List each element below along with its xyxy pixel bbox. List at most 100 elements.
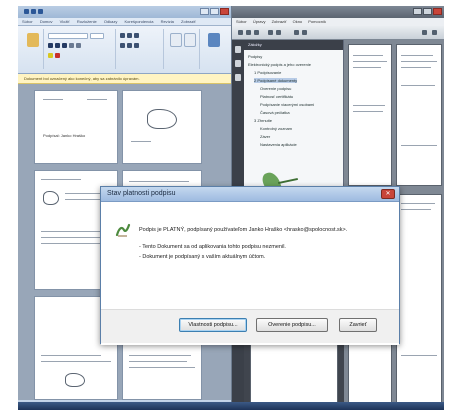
bookmark-item[interactable]: Časová pečiatka <box>260 110 290 115</box>
prev-page-icon[interactable] <box>268 30 273 35</box>
tools-icon[interactable] <box>422 30 427 35</box>
ribbon <box>18 26 231 74</box>
styles-group <box>166 29 200 69</box>
maximize-button[interactable] <box>210 8 219 15</box>
redo-icon[interactable] <box>38 9 43 14</box>
taskbar <box>18 402 444 410</box>
style-normal-icon[interactable] <box>170 33 182 47</box>
close-button[interactable] <box>220 8 229 15</box>
valid-signature-icon <box>115 223 131 237</box>
detail-account: - Dokument je podpísaný s vaším aktuálny… <box>139 254 266 260</box>
bookmark-item[interactable]: 1 Podpisovanie <box>254 70 281 75</box>
minimize-button[interactable] <box>413 8 422 15</box>
maximize-button[interactable] <box>423 8 432 15</box>
underline-icon[interactable] <box>62 43 67 48</box>
font-color-icon[interactable] <box>55 53 60 58</box>
next-page-icon[interactable] <box>276 30 281 35</box>
bookmark-icon[interactable] <box>235 60 241 67</box>
signature-sketch <box>65 373 85 387</box>
bold-icon[interactable] <box>48 43 53 48</box>
ribbon-tab[interactable]: Súbor <box>22 19 33 24</box>
numbering-icon[interactable] <box>127 33 132 38</box>
pdf-page <box>396 44 442 186</box>
bookmarks-panel: Záložky Podpisy Elektronický podpis a je… <box>244 40 344 199</box>
clipboard-group <box>22 29 44 69</box>
signature-sketch <box>147 109 177 129</box>
bullets-icon[interactable] <box>120 33 125 38</box>
bookmark-item[interactable]: Kontrolný zoznam <box>260 126 292 131</box>
bookmark-item[interactable]: Elektronický podpis a jeho overenie <box>248 62 311 67</box>
indent-icon[interactable] <box>134 33 139 38</box>
undo-icon[interactable] <box>31 9 36 14</box>
window-controls <box>199 8 229 17</box>
dialog-title-bar[interactable]: Stav platnosti podpisu ✕ <box>101 187 399 202</box>
menu-item[interactable]: Pomocník <box>308 19 326 24</box>
bookmark-item[interactable]: Podpisy <box>248 54 262 59</box>
highlight-icon[interactable] <box>48 53 53 58</box>
menu-item[interactable]: Súbor <box>236 19 247 24</box>
align-center-icon[interactable] <box>127 43 132 48</box>
font-name-select[interactable] <box>48 33 88 39</box>
open-icon[interactable] <box>238 30 243 35</box>
save-icon[interactable] <box>24 9 29 14</box>
quick-access-toolbar <box>24 9 58 15</box>
ribbon-tab[interactable]: Odkazy <box>104 19 118 24</box>
pdf-toolbar <box>232 26 444 40</box>
strike-icon[interactable] <box>69 43 74 48</box>
signature-status-message: Podpis je PLATNÝ, podpísaný používateľom… <box>139 227 348 233</box>
bookmarks-panel-title: Záložky <box>244 40 343 50</box>
align-right-icon[interactable] <box>134 43 139 48</box>
bookmark-item[interactable]: Platnosť certifikátu <box>260 94 293 99</box>
align-left-icon[interactable] <box>120 43 125 48</box>
bookmark-item[interactable]: Nastavenia aplikácie <box>260 142 297 147</box>
minimize-button[interactable] <box>200 8 209 15</box>
pdf-title-bar[interactable] <box>232 6 444 18</box>
style-heading-icon[interactable] <box>184 33 196 47</box>
window-controls <box>412 8 442 17</box>
zoom-in-icon[interactable] <box>302 30 307 35</box>
ribbon-tab[interactable]: Vložiť <box>60 19 70 24</box>
paste-icon[interactable] <box>27 33 39 47</box>
bookmark-item[interactable]: Overenie podpisu <box>260 86 291 91</box>
ribbon-tab[interactable]: Domov <box>40 19 53 24</box>
ribbon-tab[interactable]: Zobraziť <box>181 19 196 24</box>
ribbon-tabs: Súbor Domov Vložiť Rozloženie Odkazy Kor… <box>18 18 231 26</box>
paragraph-group <box>118 29 164 69</box>
close-dialog-button[interactable]: Zavrieť <box>339 318 377 332</box>
print-icon[interactable] <box>246 30 251 35</box>
ribbon-tab[interactable]: Rozloženie <box>77 19 97 24</box>
zoom-out-icon[interactable] <box>294 30 299 35</box>
italic-icon[interactable] <box>55 43 60 48</box>
bookmark-item[interactable]: 3 Zhrnutie <box>254 118 272 123</box>
find-icon[interactable] <box>208 33 220 47</box>
page-thumbnail: Podpísal: Janko Hraško <box>34 90 118 164</box>
signer-label: Podpísal: Janko Hraško <box>43 133 86 138</box>
detail-unchanged: - Tento Dokument sa od aplikovania tohto… <box>139 244 286 250</box>
bookmark-item[interactable]: Záver <box>260 134 270 139</box>
sign-icon[interactable] <box>432 30 437 35</box>
bookmark-item-selected[interactable]: 2 Podpísané dokumenty <box>254 78 298 83</box>
signature-properties-button[interactable]: Vlastnosti podpisu... <box>179 318 247 332</box>
signature-panel-icon[interactable] <box>235 74 241 81</box>
message-bar: Dokument bol označený ako konečný, aby s… <box>18 74 231 84</box>
menu-item[interactable]: Úpravy <box>253 19 266 24</box>
ribbon-tab[interactable]: Korešpondencia <box>125 19 154 24</box>
subscript-icon[interactable] <box>76 43 81 48</box>
menu-item[interactable]: Okno <box>293 19 303 24</box>
font-size-select[interactable] <box>90 33 104 39</box>
mail-icon[interactable] <box>254 30 259 35</box>
word-title-bar[interactable] <box>18 6 231 18</box>
validate-signature-button[interactable]: Overenie podpisu... <box>256 318 328 332</box>
signature-stroke <box>278 177 298 185</box>
menu-item[interactable]: Zobraziť <box>272 19 287 24</box>
editing-group <box>202 29 228 69</box>
pdf-page <box>396 194 442 404</box>
dialog-title: Stav platnosti podpisu <box>107 190 176 197</box>
bookmark-item[interactable]: Podpísanie viacerými osobami <box>260 102 314 107</box>
close-button[interactable] <box>433 8 442 15</box>
ribbon-tab[interactable]: Revízia <box>161 19 174 24</box>
pages-panel-icon[interactable] <box>235 46 241 53</box>
dialog-button-row: Vlastnosti podpisu... Overenie podpisu..… <box>101 309 399 343</box>
close-icon[interactable]: ✕ <box>381 189 395 199</box>
pdf-menu-bar: Súbor Úpravy Zobraziť Okno Pomocník <box>232 18 444 26</box>
